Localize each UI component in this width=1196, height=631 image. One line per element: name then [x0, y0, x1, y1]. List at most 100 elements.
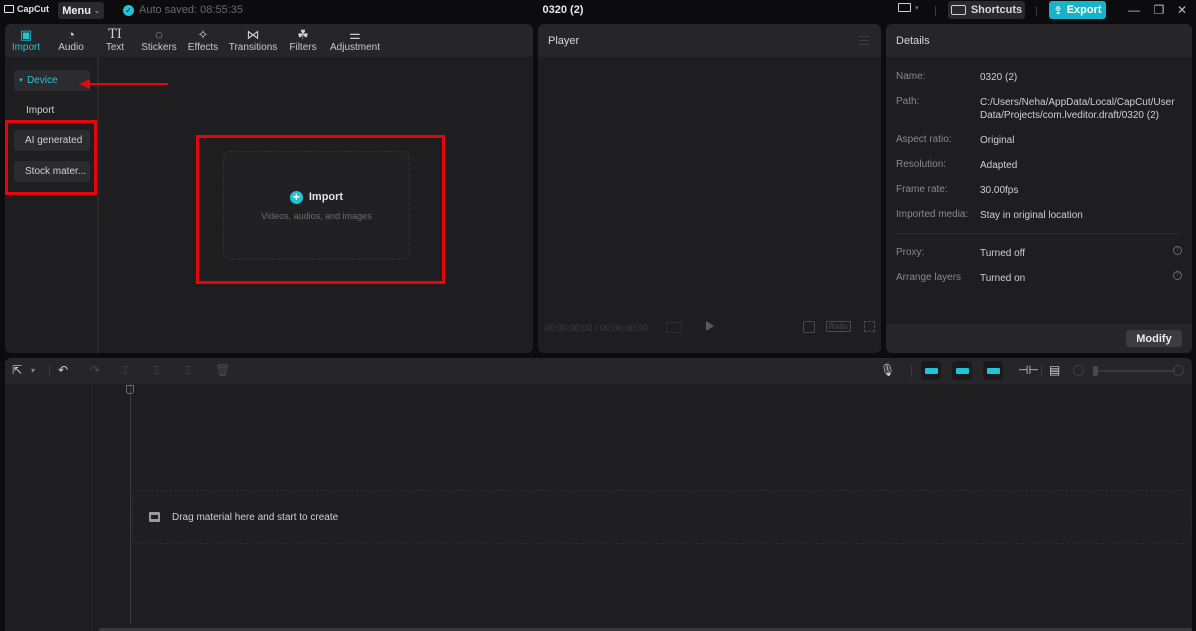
tab-label: Filters [289, 42, 317, 53]
filters-icon: ☘ [297, 27, 309, 42]
divider [911, 365, 912, 377]
menu-icon[interactable] [859, 36, 869, 45]
main-track-magnet-button[interactable] [921, 361, 941, 380]
play-icon[interactable] [706, 321, 714, 331]
annotation-box [5, 120, 97, 195]
modify-button[interactable]: Modify [1126, 330, 1182, 347]
setting-key: Arrange layers [896, 272, 962, 283]
player-controls: 00:00:00:00 / 00:00:00:00 Ratio [538, 313, 881, 353]
minimize-button[interactable]: — [1126, 3, 1142, 17]
detail-key: Imported media: [896, 209, 969, 220]
detail-row-aspect-ratio: Aspect ratio: Original [896, 134, 1185, 147]
restore-button[interactable]: ❐ [1151, 3, 1167, 17]
tab-label: Transitions [228, 42, 278, 53]
details-title: Details [896, 34, 930, 47]
magnet-icon [924, 367, 938, 374]
detail-key: Aspect ratio: [896, 134, 952, 145]
linkage-button[interactable] [983, 361, 1003, 380]
layout-icon [898, 3, 911, 12]
auto-snapping-button[interactable] [952, 361, 972, 380]
player-panel: Player 00:00:00:00 / 00:00:00:00 Ratio [538, 24, 881, 353]
delete-icon[interactable]: 🗑 [215, 363, 230, 377]
trim-right-icon[interactable]: ⌶ [184, 363, 191, 378]
detail-row-name: Name: 0320 (2) [896, 71, 1185, 84]
chevron-down-icon: ▾ [915, 4, 919, 12]
detail-key: Frame rate: [896, 184, 948, 195]
shortcuts-button[interactable]: Shortcuts [948, 1, 1025, 19]
help-icon[interactable]: ? [1173, 246, 1182, 255]
timeline-zoom-handle[interactable] [1093, 366, 1098, 376]
undo-icon[interactable]: ↶ [58, 363, 68, 377]
zoom-out-icon[interactable] [1073, 365, 1084, 376]
annotation-arrow-head [79, 79, 90, 89]
tab-transitions[interactable]: ⋈ Transitions [223, 24, 283, 57]
microphone-icon[interactable]: 🎙 [880, 363, 895, 377]
tab-label: Adjustment [329, 42, 381, 53]
fit-icon[interactable] [803, 321, 815, 333]
tab-stickers[interactable]: ◌ Stickers [135, 24, 183, 57]
shortcuts-label: Shortcuts [970, 4, 1023, 16]
timeline-zoom-slider[interactable] [1095, 370, 1175, 372]
adjustment-icon: ⚌ [349, 27, 361, 42]
detail-key: Name: [896, 71, 926, 82]
close-button[interactable]: ✕ [1174, 3, 1190, 17]
detail-value: Stay in original location [980, 210, 1083, 221]
layout-button[interactable]: ▾ [898, 3, 919, 12]
details-footer: Modify [886, 324, 1192, 353]
detail-row-resolution: Resolution: Adapted [896, 159, 1185, 172]
annotation-arrow [88, 83, 168, 85]
help-icon[interactable]: ? [1173, 271, 1182, 280]
chevron-down-icon[interactable]: ▾ [31, 366, 35, 375]
tab-import[interactable]: ▣ Import [5, 24, 47, 57]
detail-key: Path: [896, 96, 920, 107]
media-tabs: ▣ Import ◔ Audio TI Text ◌ Stickers ✧ Ef… [5, 24, 533, 57]
setting-row-proxy: Proxy: Turned off [896, 247, 1185, 260]
redo-icon[interactable]: ↷ [90, 363, 100, 377]
sticker-icon: ◌ [155, 27, 163, 42]
playhead-handle[interactable] [126, 385, 134, 394]
annotation-box [196, 135, 445, 284]
tab-label: Text [105, 42, 125, 53]
tab-label: Audio [58, 42, 84, 53]
tab-audio[interactable]: ◔ Audio [47, 24, 95, 57]
keyboard-icon [950, 5, 966, 15]
zoom-in-icon[interactable] [1173, 365, 1184, 376]
tab-adjustment[interactable]: ⚌ Adjustment [323, 24, 387, 57]
ratio-button[interactable]: Ratio [826, 321, 851, 332]
detail-value: 0320 (2) [980, 72, 1018, 83]
track-dropzone[interactable]: Drag material here and start to create [132, 490, 1192, 544]
preview-axis-icon[interactable]: ⊣⊢ [1018, 363, 1039, 377]
tab-effects[interactable]: ✧ Effects [183, 24, 223, 57]
playhead[interactable] [130, 384, 131, 624]
sidebar-item-import[interactable]: Import [14, 100, 90, 121]
tab-text[interactable]: TI Text [95, 24, 135, 57]
grid-icon[interactable] [666, 322, 682, 333]
detail-value: Original [980, 135, 1015, 146]
thumbnail-icon[interactable]: ▤ [1049, 363, 1060, 377]
export-button[interactable]: ⇪ Export [1049, 1, 1106, 19]
trim-left-icon[interactable]: ⌶ [153, 363, 160, 378]
caret-down-icon: ▼ [18, 77, 24, 84]
select-tool-icon[interactable]: ⇱ [12, 363, 22, 377]
divider [896, 233, 1182, 234]
divider [49, 365, 50, 377]
drop-hint: Drag material here and start to create [172, 511, 339, 523]
transitions-icon: ⋈ [246, 27, 260, 42]
detail-key: Resolution: [896, 159, 947, 170]
timeline-area[interactable]: Drag material here and start to create [94, 384, 1192, 631]
split-icon[interactable]: ⌶ [122, 363, 129, 378]
tab-filters[interactable]: ☘ Filters [283, 24, 323, 57]
sidebar-item-label: Import [26, 105, 55, 116]
detail-row-frame-rate: Frame rate: 30.00fps [896, 184, 1185, 197]
fullscreen-icon[interactable] [864, 321, 875, 332]
sidebar-item-label: Device [26, 75, 58, 86]
timeline-toolbar: ⇱ ▾ ↶ ↷ ⌶ ⌶ ⌶ 🗑 🎙 ⊣⊢ ▤ [5, 358, 1192, 384]
detail-value: 30.00fps [980, 185, 1019, 196]
details-panel: Details Name: 0320 (2) Path: C:/Users/Ne… [886, 24, 1192, 353]
snap-icon [955, 367, 969, 374]
divider [935, 6, 936, 16]
import-icon: ▣ [19, 27, 33, 42]
divider [1036, 6, 1037, 16]
timecode: 00:00:00:00 / 00:00:00:00 [545, 323, 648, 333]
media-sidebar: ▼ Device Import AI generated Stock mater… [5, 57, 99, 353]
